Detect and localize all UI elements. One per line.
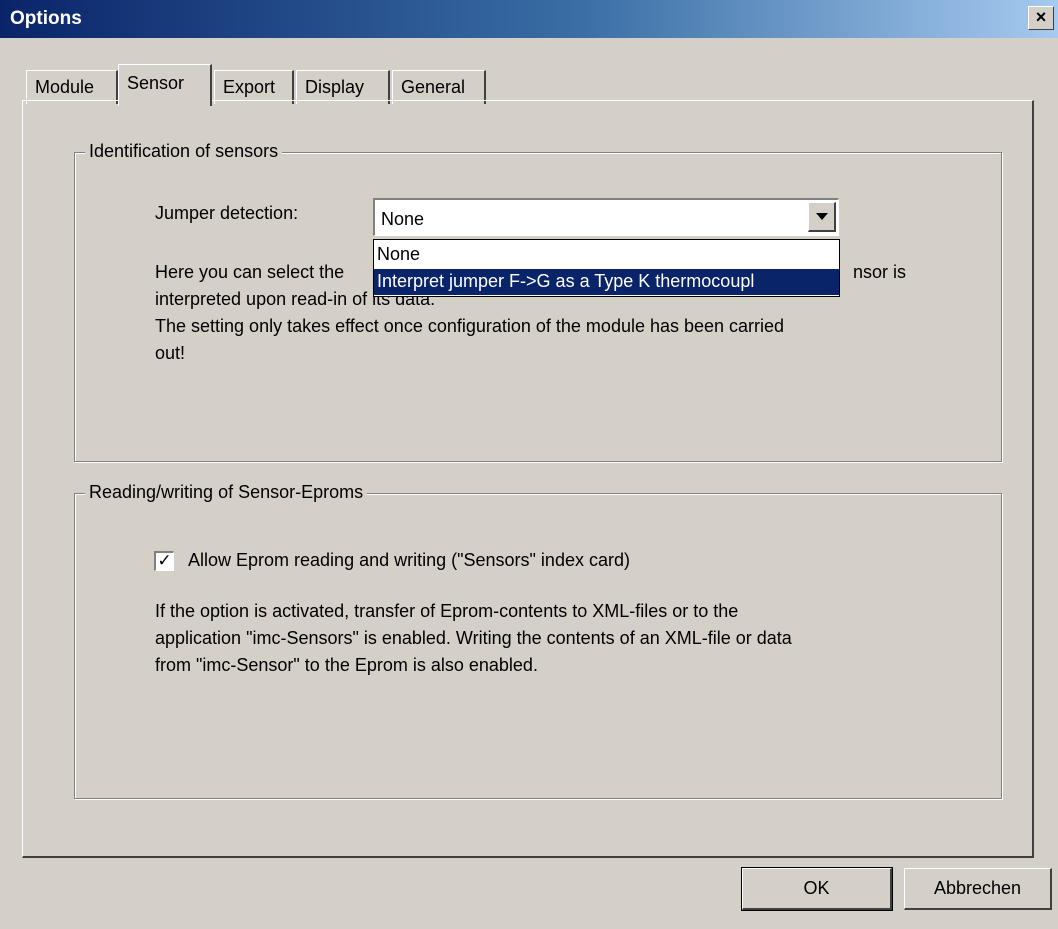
chevron-down-icon	[816, 213, 828, 220]
tab-sensor[interactable]: Sensor	[118, 64, 212, 106]
combo-dropdown-button[interactable]	[808, 202, 836, 232]
close-button[interactable]: ×	[1028, 6, 1054, 30]
combo-value: None	[381, 209, 425, 229]
ok-button[interactable]: OK	[741, 867, 893, 911]
jumper-detection-label: Jumper detection:	[155, 203, 299, 223]
jumper-detection-dropdown-list: None Interpret jumper F->G as a Type K t…	[373, 239, 840, 297]
identification-desc-line3: The setting only takes effect once confi…	[155, 316, 785, 336]
identification-desc-line1-right: nsor is	[853, 262, 907, 282]
tab-label: Module	[35, 77, 95, 97]
tab-display[interactable]: Display	[296, 70, 390, 104]
eprom-desc-line1: If the option is activated, transfer of …	[155, 601, 739, 621]
allow-eprom-checkbox[interactable]: ✓	[154, 551, 174, 571]
tab-label: General	[401, 77, 466, 97]
eprom-legend: Reading/writing of Sensor-Eproms	[85, 482, 368, 503]
tab-label: Display	[305, 77, 365, 97]
tab-module[interactable]: Module	[26, 70, 118, 104]
dropdown-option-none[interactable]: None	[374, 242, 839, 268]
tab-general[interactable]: General	[392, 70, 486, 104]
options-dialog: Options × Module Sensor Export Display G…	[0, 0, 1058, 929]
eprom-desc-line3: from "imc-Sensor" to the Eprom is also e…	[155, 655, 538, 675]
window-title: Options	[10, 8, 82, 29]
identification-desc-line4: out!	[155, 343, 186, 363]
title-bar[interactable]: Options ×	[0, 0, 1058, 38]
dropdown-option-type-k[interactable]: Interpret jumper F->G as a Type K thermo…	[374, 269, 839, 295]
tab-export[interactable]: Export	[214, 70, 294, 104]
cancel-button[interactable]: Abbrechen	[904, 868, 1052, 910]
jumper-detection-combo[interactable]: None	[373, 198, 839, 236]
tab-label: Sensor	[127, 73, 185, 93]
tab-label: Export	[223, 77, 276, 97]
eprom-desc-line2: application "imc-Sensors" is enabled. Wr…	[155, 628, 792, 648]
identification-legend: Identification of sensors	[85, 141, 283, 162]
identification-desc-line1-left: Here you can select the	[155, 262, 345, 282]
allow-eprom-checkbox-label[interactable]: Allow Eprom reading and writing ("Sensor…	[188, 550, 630, 571]
